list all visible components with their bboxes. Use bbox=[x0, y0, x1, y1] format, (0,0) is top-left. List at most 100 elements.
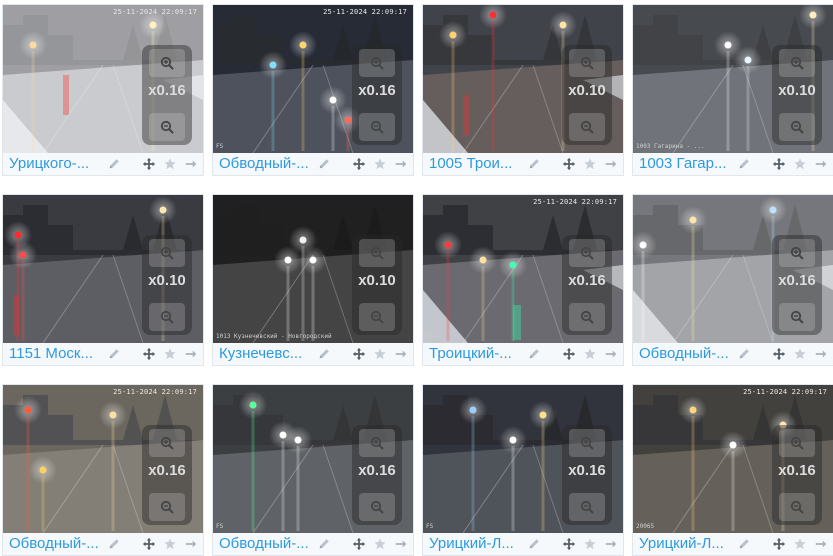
camera-title-link[interactable]: 1005 Трои... bbox=[429, 155, 521, 173]
arrow-right-icon[interactable] bbox=[184, 347, 198, 361]
camera-card[interactable]: x0.10 1005 Трои... bbox=[422, 4, 624, 176]
pencil-icon[interactable] bbox=[737, 157, 751, 171]
zoom-out-button[interactable] bbox=[359, 303, 395, 331]
move-arrows-icon[interactable] bbox=[562, 157, 576, 171]
zoom-out-button[interactable] bbox=[569, 113, 605, 141]
pencil-icon[interactable] bbox=[317, 537, 331, 551]
camera-thumbnail[interactable]: 1003 Гагарина - ... x0.10 bbox=[633, 5, 833, 153]
zoom-out-button[interactable] bbox=[149, 113, 185, 141]
camera-title-link[interactable]: Троицкий-... bbox=[429, 345, 521, 363]
camera-card[interactable]: 25-11-2024 22:09:17 20065 x0.16 Урицкий-Л..… bbox=[632, 384, 833, 556]
zoom-in-button[interactable] bbox=[149, 239, 185, 267]
zoom-out-button[interactable] bbox=[779, 303, 815, 331]
camera-title-link[interactable]: 1151 Моск... bbox=[9, 345, 101, 363]
camera-card[interactable]: x0.16 Обводный-... bbox=[632, 194, 833, 366]
arrow-right-icon[interactable] bbox=[814, 157, 828, 171]
camera-card[interactable]: 25-11-2024 22:09:17 FS x0.16 Троицкий-... bbox=[422, 194, 624, 366]
zoom-in-button[interactable] bbox=[779, 429, 815, 457]
star-icon[interactable] bbox=[793, 157, 807, 171]
camera-title-link[interactable]: 1003 Гагар... bbox=[639, 155, 731, 173]
camera-title-link[interactable]: Обводный-... bbox=[639, 345, 731, 363]
arrow-right-icon[interactable] bbox=[604, 347, 618, 361]
move-arrows-icon[interactable] bbox=[562, 347, 576, 361]
move-arrows-icon[interactable] bbox=[142, 157, 156, 171]
move-arrows-icon[interactable] bbox=[772, 347, 786, 361]
camera-title-link[interactable]: Урицкий-Л... bbox=[639, 535, 731, 553]
pencil-icon[interactable] bbox=[317, 157, 331, 171]
pencil-icon[interactable] bbox=[107, 347, 121, 361]
camera-thumbnail[interactable]: FS x0.16 bbox=[423, 385, 623, 533]
move-arrows-icon[interactable] bbox=[352, 157, 366, 171]
arrow-right-icon[interactable] bbox=[184, 537, 198, 551]
zoom-in-button[interactable] bbox=[569, 429, 605, 457]
star-icon[interactable] bbox=[583, 157, 597, 171]
star-icon[interactable] bbox=[583, 537, 597, 551]
zoom-out-button[interactable] bbox=[779, 493, 815, 521]
camera-title-link[interactable]: Урицкий-Л... bbox=[429, 535, 521, 553]
star-icon[interactable] bbox=[163, 347, 177, 361]
camera-card[interactable]: FS x0.16 Обводный-... bbox=[212, 384, 414, 556]
camera-title-link[interactable]: Кузнечевс... bbox=[219, 345, 311, 363]
arrow-right-icon[interactable] bbox=[604, 537, 618, 551]
pencil-icon[interactable] bbox=[107, 537, 121, 551]
star-icon[interactable] bbox=[793, 347, 807, 361]
camera-thumbnail[interactable]: 25-11-2024 22:09:17 20065 x0.16 bbox=[633, 385, 833, 533]
camera-thumbnail[interactable]: x0.10 bbox=[423, 5, 623, 153]
star-icon[interactable] bbox=[163, 157, 177, 171]
star-icon[interactable] bbox=[163, 537, 177, 551]
arrow-right-icon[interactable] bbox=[604, 157, 618, 171]
camera-title-link[interactable]: Урицкого-... bbox=[9, 155, 101, 173]
zoom-out-button[interactable] bbox=[149, 493, 185, 521]
zoom-out-button[interactable] bbox=[359, 113, 395, 141]
camera-title-link[interactable]: Обводный-... bbox=[219, 535, 311, 553]
star-icon[interactable] bbox=[373, 347, 387, 361]
zoom-in-button[interactable] bbox=[569, 239, 605, 267]
camera-card[interactable]: 1013 Кузнечевский - Новгородский x0.10 Куз… bbox=[212, 194, 414, 366]
move-arrows-icon[interactable] bbox=[142, 537, 156, 551]
zoom-out-button[interactable] bbox=[149, 303, 185, 331]
zoom-out-button[interactable] bbox=[569, 303, 605, 331]
camera-thumbnail[interactable]: 25-11-2024 22:09:17 FS x0.16 bbox=[423, 195, 623, 343]
move-arrows-icon[interactable] bbox=[352, 537, 366, 551]
camera-card[interactable]: FS x0.16 Урицкий-Л... bbox=[422, 384, 624, 556]
camera-thumbnail[interactable]: 1013 Кузнечевский - Новгородский x0.10 bbox=[213, 195, 413, 343]
camera-card[interactable]: 25-11-2024 22:09:17 x0.16 Урицкого-... bbox=[2, 4, 204, 176]
arrow-right-icon[interactable] bbox=[814, 347, 828, 361]
zoom-out-button[interactable] bbox=[569, 493, 605, 521]
camera-thumbnail[interactable]: 25-11-2024 22:09:17 x0.16 bbox=[3, 385, 203, 533]
pencil-icon[interactable] bbox=[737, 347, 751, 361]
camera-thumbnail[interactable]: FS x0.16 bbox=[213, 385, 413, 533]
zoom-in-button[interactable] bbox=[779, 239, 815, 267]
pencil-icon[interactable] bbox=[317, 347, 331, 361]
arrow-right-icon[interactable] bbox=[814, 537, 828, 551]
camera-title-link[interactable]: Обводный-... bbox=[9, 535, 101, 553]
arrow-right-icon[interactable] bbox=[394, 347, 408, 361]
zoom-out-button[interactable] bbox=[359, 493, 395, 521]
arrow-right-icon[interactable] bbox=[394, 157, 408, 171]
pencil-icon[interactable] bbox=[527, 347, 541, 361]
camera-thumbnail[interactable]: 25-11-2024 22:09:17 x0.16 bbox=[3, 5, 203, 153]
star-icon[interactable] bbox=[583, 347, 597, 361]
camera-card[interactable]: 25-11-2024 22:09:17 x0.16 Обводный-... bbox=[2, 384, 204, 556]
camera-thumbnail[interactable]: x0.16 bbox=[633, 195, 833, 343]
pencil-icon[interactable] bbox=[107, 157, 121, 171]
move-arrows-icon[interactable] bbox=[142, 347, 156, 361]
zoom-in-button[interactable] bbox=[359, 429, 395, 457]
pencil-icon[interactable] bbox=[527, 157, 541, 171]
camera-title-link[interactable]: Обводный-... bbox=[219, 155, 311, 173]
camera-card[interactable]: 1003 Гагарина - ... x0.10 1003 Гагар... bbox=[632, 4, 833, 176]
zoom-in-button[interactable] bbox=[149, 49, 185, 77]
star-icon[interactable] bbox=[373, 157, 387, 171]
zoom-in-button[interactable] bbox=[569, 49, 605, 77]
zoom-in-button[interactable] bbox=[359, 239, 395, 267]
move-arrows-icon[interactable] bbox=[772, 537, 786, 551]
pencil-icon[interactable] bbox=[737, 537, 751, 551]
camera-thumbnail[interactable]: x0.10 bbox=[3, 195, 203, 343]
move-arrows-icon[interactable] bbox=[562, 537, 576, 551]
camera-thumbnail[interactable]: 25-11-2024 22:09:17 FS x0.16 bbox=[213, 5, 413, 153]
camera-card[interactable]: 25-11-2024 22:09:17 FS x0.16 Обводный-... bbox=[212, 4, 414, 176]
zoom-out-button[interactable] bbox=[779, 113, 815, 141]
star-icon[interactable] bbox=[793, 537, 807, 551]
star-icon[interactable] bbox=[373, 537, 387, 551]
move-arrows-icon[interactable] bbox=[772, 157, 786, 171]
